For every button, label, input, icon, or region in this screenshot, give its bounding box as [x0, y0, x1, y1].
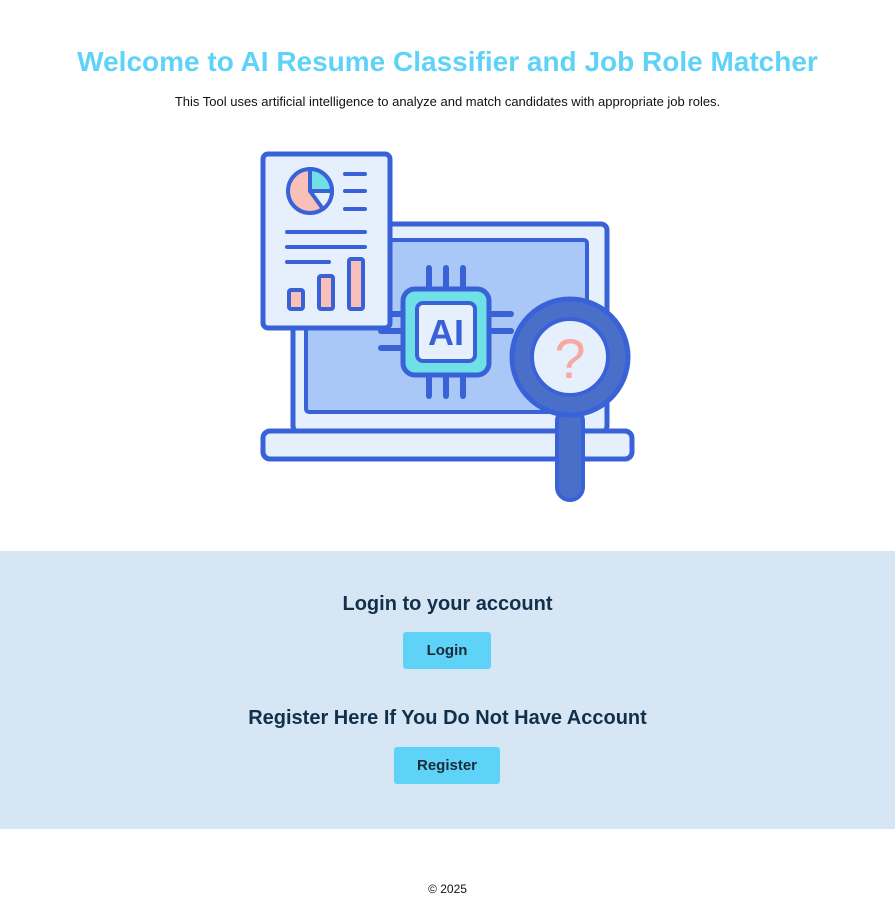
ai-resume-illustration: AI ? [260, 151, 635, 502]
page-subtitle: This Tool uses artificial intelligence t… [174, 94, 721, 109]
register-button[interactable]: Register [394, 747, 500, 784]
footer-copyright: © 2025 [428, 882, 467, 896]
question-mark: ? [554, 327, 585, 390]
login-heading: Login to your account [342, 593, 553, 615]
page-title: Welcome to AI Resume Classifier and Job … [77, 46, 818, 77]
auth-section: Login to your account Login Register Her… [0, 551, 895, 829]
magnifier-icon: ? [509, 296, 631, 502]
resume-document-icon [260, 151, 393, 331]
ai-chip-icon: AI [400, 286, 492, 378]
chip-label: AI [428, 312, 464, 353]
register-heading: Register Here If You Do Not Have Account [248, 707, 647, 729]
page: Welcome to AI Resume Classifier and Job … [0, 0, 895, 907]
login-button[interactable]: Login [403, 632, 491, 669]
